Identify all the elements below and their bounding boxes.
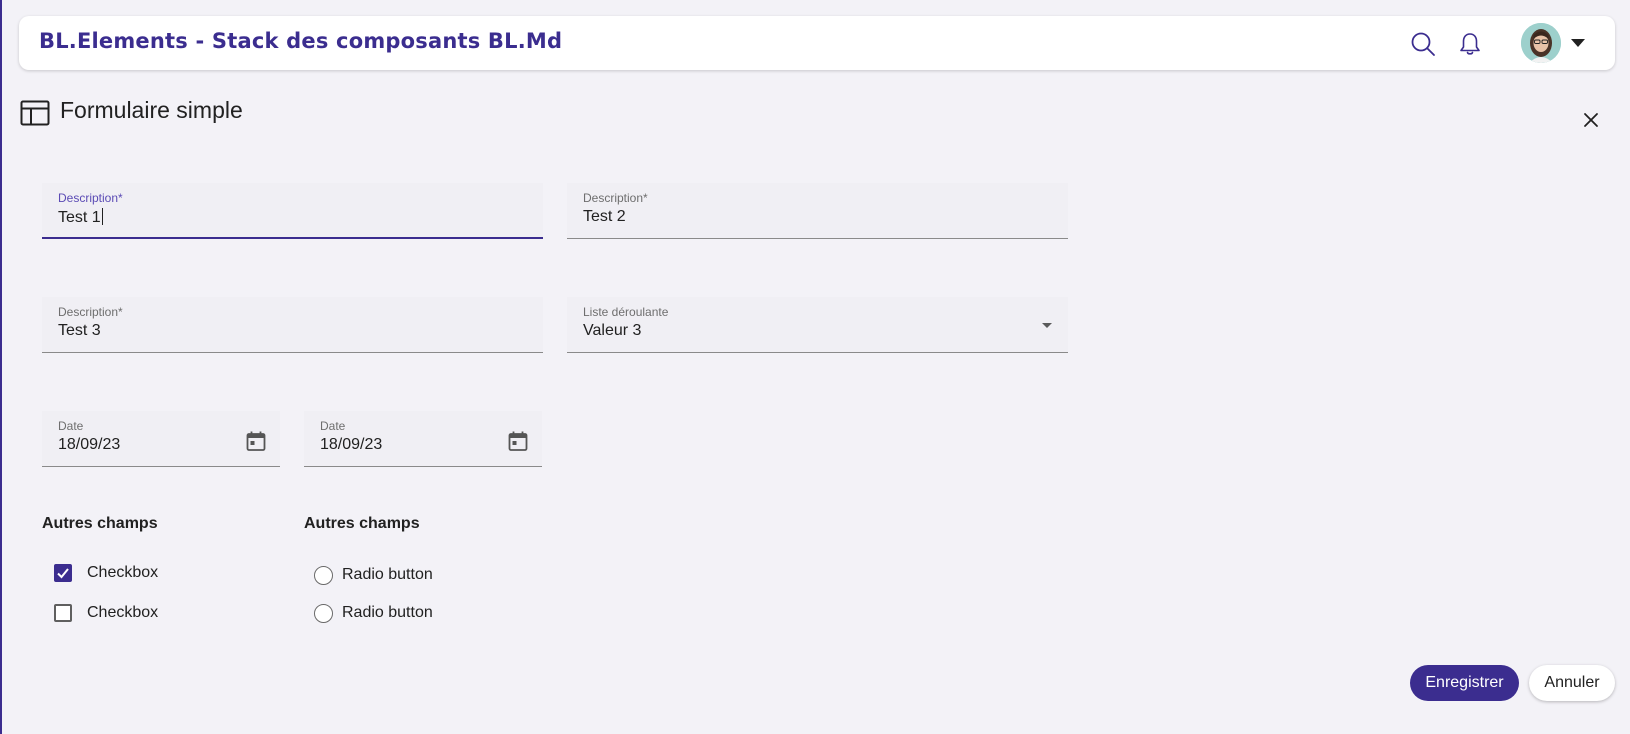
top-app-bar: BL.Elements - Stack des composants BL.Md bbox=[19, 16, 1615, 70]
date-field-1[interactable]: Date 18/09/23 bbox=[42, 411, 280, 467]
radio-group-title: Autres champs bbox=[304, 515, 420, 532]
checkbox-checked[interactable] bbox=[54, 564, 72, 582]
dropdown-select-value: Valeur 3 bbox=[583, 322, 642, 339]
search-icon[interactable] bbox=[1409, 30, 1437, 58]
description-field-1-value: Test 1 bbox=[58, 208, 103, 226]
checkbox-unchecked[interactable] bbox=[54, 604, 72, 622]
page-title: Formulaire simple bbox=[60, 97, 243, 123]
radio-item-2[interactable]: Radio button bbox=[304, 600, 433, 626]
description-field-3[interactable]: Description* Test 3 bbox=[42, 297, 543, 353]
checkbox-label: Checkbox bbox=[87, 564, 159, 581]
radio-button[interactable] bbox=[314, 603, 333, 623]
description-field-2[interactable]: Description* Test 2 bbox=[567, 183, 1068, 239]
dropdown-select[interactable]: Liste déroulante Valeur 3 bbox=[567, 297, 1068, 353]
date-field-2-label: Date bbox=[320, 419, 346, 433]
radio-label: Radio button bbox=[342, 604, 433, 621]
app-title: BL.Elements - Stack des composants BL.Md bbox=[39, 29, 563, 53]
close-icon[interactable] bbox=[1583, 112, 1599, 128]
caret-down-icon[interactable] bbox=[1570, 37, 1586, 49]
date-field-2-value: 18/09/23 bbox=[320, 436, 383, 453]
check-icon bbox=[57, 568, 69, 579]
text-cursor bbox=[101, 208, 103, 225]
radio-label: Radio button bbox=[342, 566, 433, 583]
description-field-2-value: Test 2 bbox=[583, 208, 626, 225]
checkbox-group-title: Autres champs bbox=[42, 515, 158, 532]
date-field-1-label: Date bbox=[58, 419, 84, 433]
radio-item-1[interactable]: Radio button bbox=[304, 562, 433, 588]
avatar[interactable] bbox=[1521, 23, 1561, 63]
checkbox-item-2[interactable]: Checkbox bbox=[42, 600, 158, 626]
dropdown-arrow-icon bbox=[1042, 323, 1052, 328]
avatar-image bbox=[1521, 23, 1561, 63]
checkbox-label: Checkbox bbox=[87, 604, 159, 621]
left-edge-rule bbox=[0, 0, 2, 734]
checkbox-item-1[interactable]: Checkbox bbox=[42, 560, 158, 586]
calendar-icon[interactable] bbox=[507, 430, 529, 452]
save-button[interactable]: Enregistrer bbox=[1410, 665, 1519, 701]
description-field-3-value: Test 3 bbox=[58, 322, 101, 339]
cancel-button[interactable]: Annuler bbox=[1529, 665, 1615, 701]
description-field-3-label: Description* bbox=[58, 305, 123, 319]
radio-button[interactable] bbox=[314, 565, 333, 585]
date-field-1-value: 18/09/23 bbox=[58, 436, 121, 453]
description-field-1[interactable]: Description* Test 1 bbox=[42, 183, 543, 239]
description-field-1-label: Description* bbox=[58, 191, 123, 205]
calendar-icon[interactable] bbox=[245, 430, 267, 452]
bell-icon[interactable] bbox=[1456, 30, 1484, 58]
table-layout-icon bbox=[20, 100, 50, 126]
description-field-2-label: Description* bbox=[583, 191, 648, 205]
dropdown-select-label: Liste déroulante bbox=[583, 305, 669, 319]
date-field-2[interactable]: Date 18/09/23 bbox=[304, 411, 542, 467]
